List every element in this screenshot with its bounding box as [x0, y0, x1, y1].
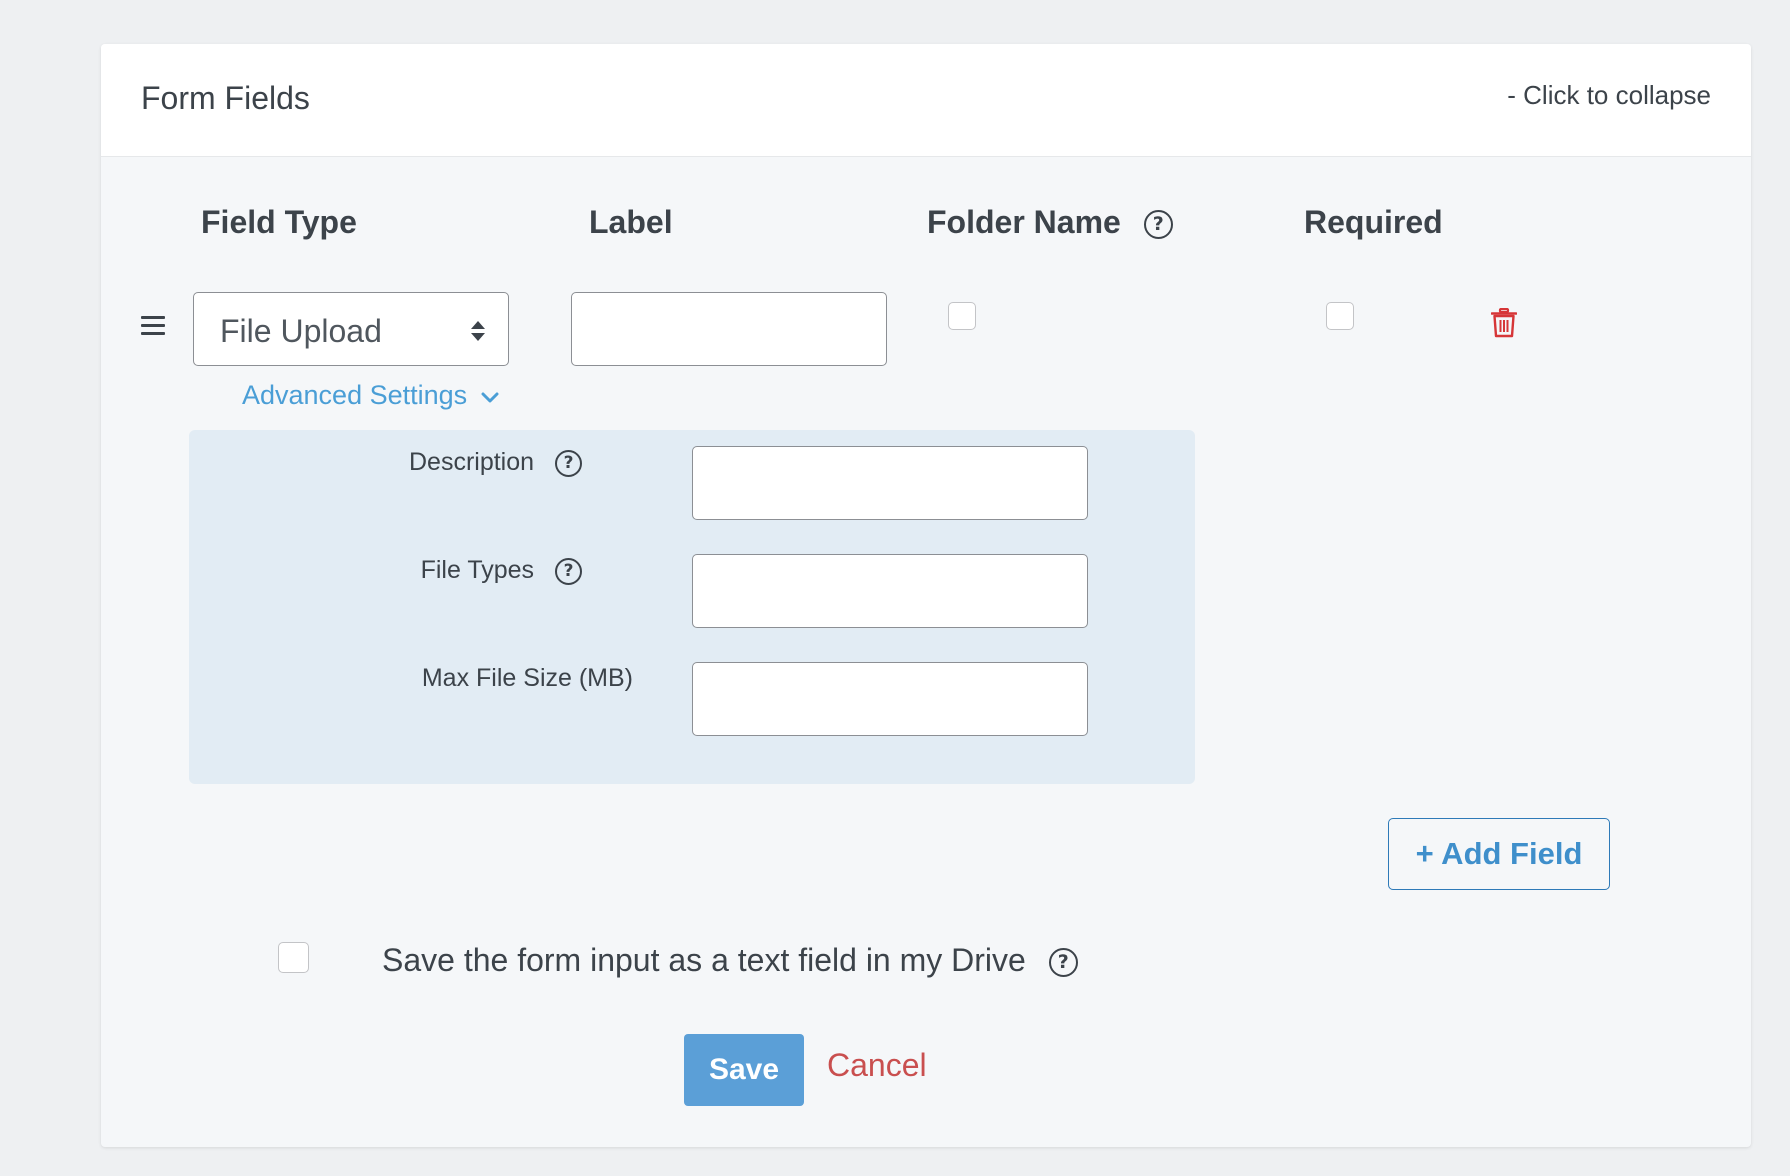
column-header-folder-name-text: Folder Name	[927, 204, 1121, 240]
file-types-label: File Types	[420, 556, 535, 584]
column-header-label: Label	[589, 204, 673, 240]
field-type-select[interactable]: File Upload	[193, 292, 509, 366]
chevron-down-icon	[481, 392, 499, 403]
advanced-settings-label: Advanced Settings	[242, 380, 468, 410]
save-as-text-label-row: Save the form input as a text field in m…	[382, 942, 1078, 979]
save-as-text-help-icon[interactable]: ?	[1048, 948, 1078, 978]
advanced-settings-panel: Description ? File Types ? Max File Size…	[189, 430, 1195, 784]
form-fields-panel: Form Fields - Click to collapse Field Ty…	[101, 44, 1751, 1147]
max-file-size-input[interactable]	[692, 662, 1088, 736]
drag-handle-icon[interactable]	[141, 316, 165, 336]
column-header-field-type: Field Type	[201, 204, 357, 240]
save-as-text-checkbox[interactable]	[278, 942, 309, 973]
description-input[interactable]	[692, 446, 1088, 520]
save-button[interactable]: Save	[684, 1034, 804, 1106]
label-input[interactable]	[571, 292, 887, 366]
column-header-required: Required	[1304, 204, 1443, 240]
folder-name-help-icon[interactable]: ?	[1143, 210, 1173, 240]
column-header-folder-name: Folder Name ?	[927, 204, 1173, 241]
description-label: Description	[408, 448, 535, 476]
required-checkbox[interactable]	[1326, 302, 1354, 330]
file-types-input[interactable]	[692, 554, 1088, 628]
folder-name-checkbox[interactable]	[948, 302, 976, 330]
description-help-icon[interactable]: ?	[555, 449, 582, 477]
file-types-label-row: File Types ?	[421, 556, 582, 585]
collapse-toggle[interactable]: - Click to collapse	[1507, 80, 1711, 111]
field-type-selected-value: File Upload	[220, 313, 382, 349]
panel-title: Form Fields	[141, 80, 310, 116]
max-file-size-label: Max File Size (MB)	[421, 664, 633, 692]
add-field-button[interactable]: + Add Field	[1388, 818, 1610, 890]
cancel-link[interactable]: Cancel	[827, 1047, 927, 1084]
panel-header[interactable]: Form Fields - Click to collapse	[101, 44, 1751, 157]
trash-icon[interactable]	[1491, 308, 1517, 338]
file-types-help-icon[interactable]: ?	[555, 557, 582, 585]
advanced-settings-toggle[interactable]: Advanced Settings	[242, 380, 499, 411]
save-as-text-label: Save the form input as a text field in m…	[382, 942, 1026, 978]
description-label-row: Description ?	[409, 448, 582, 477]
select-arrows-icon	[471, 321, 485, 341]
